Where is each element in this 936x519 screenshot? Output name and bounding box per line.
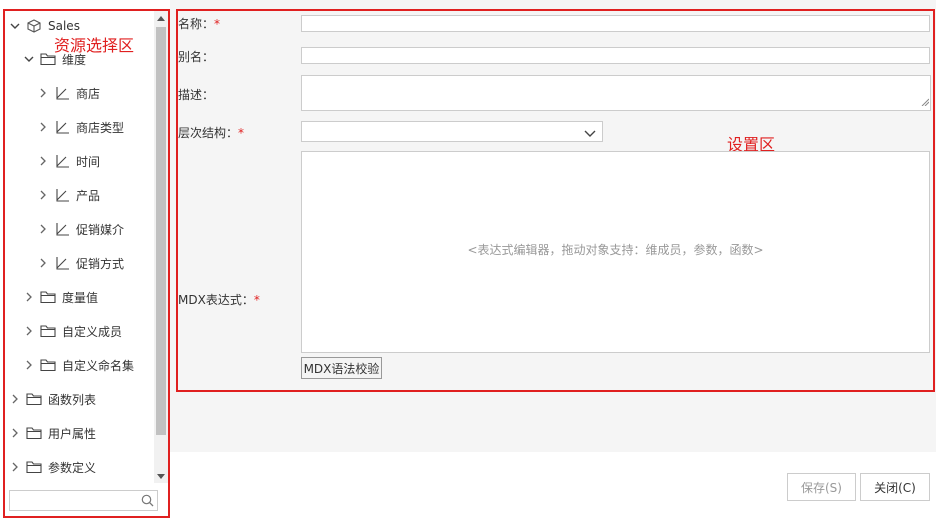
chevron-right-icon[interactable] <box>10 462 20 472</box>
tree-node-label: 商店 <box>76 86 101 101</box>
hierarchy-icon <box>54 222 70 236</box>
name-field[interactable] <box>301 15 930 32</box>
close-button[interactable]: 关闭(C) <box>860 473 930 501</box>
folder-icon <box>26 426 42 440</box>
tree-node[interactable]: 参数定义 <box>10 456 96 478</box>
mdx-editor-placeholder: <表达式编辑器，拖动对象支持：维成员，参数，函数> <box>467 243 764 257</box>
tree-node-label: 产品 <box>76 188 101 203</box>
mdx-field-label: MDX表达式：* <box>178 291 260 308</box>
tree-node[interactable]: 用户属性 <box>10 422 96 444</box>
tree-node[interactable]: 度量值 <box>24 286 98 308</box>
mdx-expression-editor[interactable]: <表达式编辑器，拖动对象支持：维成员，参数，函数> <box>301 151 930 353</box>
tree-node-label: 时间 <box>76 154 101 169</box>
resize-grip-icon[interactable] <box>921 95 930 109</box>
tree-node[interactable]: 促销媒介 <box>38 218 124 240</box>
tree-node[interactable]: 自定义命名集 <box>24 354 134 376</box>
tree-node-label: 函数列表 <box>48 392 97 407</box>
required-mark: * <box>253 293 260 307</box>
mdx-syntax-check-button[interactable]: MDX语法校验 <box>301 357 382 379</box>
desc-field-label: 描述： <box>178 88 215 102</box>
hierarchy-icon <box>54 120 70 134</box>
hierarchy-icon <box>54 188 70 202</box>
chevron-right-icon[interactable] <box>38 156 48 166</box>
hierarchy-icon <box>54 256 70 270</box>
folder-icon <box>40 358 56 372</box>
chevron-right-icon[interactable] <box>38 122 48 132</box>
chevron-down-icon[interactable] <box>584 127 596 141</box>
chevron-right-icon[interactable] <box>38 258 48 268</box>
tree-node-label: 自定义命名集 <box>62 358 135 373</box>
chevron-down-icon[interactable] <box>24 54 34 64</box>
alias-input[interactable] <box>302 48 929 63</box>
chevron-right-icon[interactable] <box>38 224 48 234</box>
tree-node[interactable]: 时间 <box>38 150 100 172</box>
tree-search-input[interactable] <box>10 491 135 510</box>
hierarchy-select[interactable] <box>301 121 603 142</box>
tree-scrollbar[interactable] <box>154 11 168 483</box>
desc-textarea[interactable] <box>302 76 930 110</box>
chevron-right-icon[interactable] <box>10 394 20 404</box>
save-button[interactable]: 保存(S) <box>787 473 856 501</box>
tree-search-box[interactable] <box>9 490 158 511</box>
chevron-right-icon[interactable] <box>24 292 34 302</box>
hierarchy-icon <box>54 86 70 100</box>
tree-node-label: 商店类型 <box>76 120 125 135</box>
name-label-text: 名称： <box>178 17 215 31</box>
folder-icon <box>26 392 42 406</box>
alias-field[interactable] <box>301 47 930 64</box>
resource-area-annotation: 资源选择区 <box>54 36 135 55</box>
tree-node[interactable]: 促销方式 <box>38 252 124 274</box>
chevron-right-icon[interactable] <box>10 428 20 438</box>
folder-icon <box>40 324 56 338</box>
scroll-down-arrow-icon[interactable] <box>154 469 168 483</box>
name-input[interactable] <box>302 16 929 31</box>
chevron-right-icon[interactable] <box>38 88 48 98</box>
chevron-down-icon[interactable] <box>10 21 20 31</box>
tree-node[interactable]: 产品 <box>38 184 100 206</box>
name-field-label: 名称：* <box>178 15 220 32</box>
required-mark: * <box>214 17 221 31</box>
tree-node-label: 促销媒介 <box>76 222 125 237</box>
required-mark: * <box>238 126 245 140</box>
tree-node-label: 自定义成员 <box>62 324 123 339</box>
mdx-label-text: MDX表达式： <box>178 293 254 307</box>
tree-scroll-area[interactable]: Sales 维度 商店 商店类型 时间 产品 促销媒介 促销方式 度量值 自定义成员 自定义命名集函… <box>5 11 153 483</box>
alias-field-label: 别名： <box>178 50 215 64</box>
tree-node-label: 参数定义 <box>48 460 97 475</box>
chevron-right-icon[interactable] <box>24 360 34 370</box>
folder-icon <box>40 290 56 304</box>
cube-icon <box>26 19 42 33</box>
tree-node-label: 用户属性 <box>48 426 97 441</box>
tree-node[interactable]: 商店类型 <box>38 116 124 138</box>
folder-icon <box>26 460 42 474</box>
tree-node[interactable]: 自定义成员 <box>24 320 122 342</box>
tree-node-label: Sales <box>48 19 80 33</box>
hierarchy-field-label: 层次结构：* <box>178 124 244 141</box>
hierarchy-icon <box>54 154 70 168</box>
tree-node[interactable]: 商店 <box>38 82 100 104</box>
search-icon[interactable] <box>141 494 154 510</box>
chevron-right-icon[interactable] <box>38 190 48 200</box>
desc-field[interactable] <box>301 75 931 111</box>
scroll-up-arrow-icon[interactable] <box>154 11 168 25</box>
tree-node[interactable]: 函数列表 <box>10 388 96 410</box>
scrollbar-thumb[interactable] <box>156 27 166 435</box>
hierarchy-label-text: 层次结构： <box>178 126 239 140</box>
tree-node-label: 促销方式 <box>76 256 125 271</box>
chevron-right-icon[interactable] <box>24 326 34 336</box>
tree-node-label: 度量值 <box>62 290 99 305</box>
resource-tree-panel: Sales 维度 商店 商店类型 时间 产品 促销媒介 促销方式 度量值 自定义成员 自定义命名集函… <box>3 9 170 518</box>
